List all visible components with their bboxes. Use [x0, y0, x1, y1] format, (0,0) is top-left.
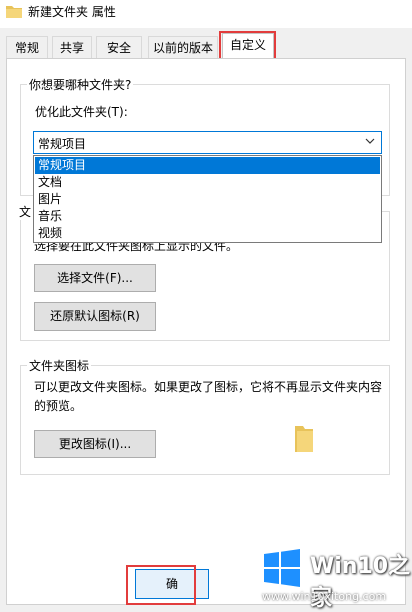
tab-sharing[interactable]: 共享 [52, 36, 92, 58]
change-icon-button[interactable]: 更改图标(I)... [34, 430, 156, 458]
tab-previous-versions[interactable]: 以前的版本 [148, 36, 218, 58]
dropdown-option-videos[interactable]: 视频 [35, 225, 380, 242]
choose-file-button[interactable]: 选择文件(F)... [34, 264, 156, 292]
folder-type-dropdown-list: 常规项目 文档 图片 音乐 视频 [33, 155, 382, 243]
dropdown-option-pictures[interactable]: 图片 [35, 191, 380, 208]
optimize-label: 优化此文件夹(T): [35, 105, 128, 119]
select-value: 常规项目 [38, 137, 87, 151]
folder-type-group-title: 你想要哪种文件夹? [27, 76, 134, 93]
folder-icon [6, 6, 22, 18]
tab-security[interactable]: 安全 [96, 36, 142, 58]
dropdown-option-documents[interactable]: 文档 [35, 174, 380, 191]
folder-picture-group-title: 文 [17, 203, 34, 220]
watermark-url: www.win10xitong.com [262, 590, 387, 603]
window-title: 新建文件夹 属性 [28, 5, 116, 19]
ok-button-highlight-box [126, 565, 196, 605]
dropdown-option-music[interactable]: 音乐 [35, 208, 380, 225]
dropdown-option-general[interactable]: 常规项目 [35, 157, 380, 174]
windows-logo-icon [264, 549, 300, 587]
chevron-down-icon [365, 138, 375, 144]
folder-icon-description: 可以更改文件夹图标。如果更改了图标，它将不再显示文件夹内容的预览。 [34, 380, 383, 413]
folder-icon-group-title: 文件夹图标 [27, 357, 92, 374]
folder-type-select[interactable]: 常规项目 [33, 131, 382, 154]
title-bar: 新建文件夹 属性 [0, 0, 412, 28]
tab-general[interactable]: 常规 [6, 36, 48, 58]
tab-highlight-box [219, 31, 276, 61]
folder-preview-icon [295, 426, 313, 452]
restore-default-button[interactable]: 还原默认图标(R) [34, 302, 156, 331]
